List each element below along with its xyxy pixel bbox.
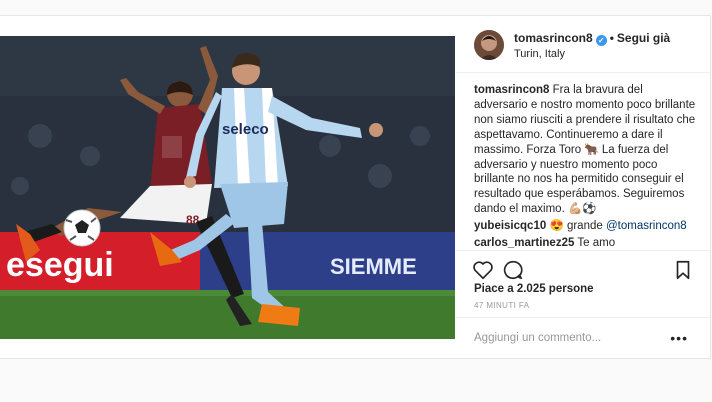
- caption: tomasrincon8 Fra la bravura del adversar…: [474, 83, 696, 217]
- post-header: tomasrincon8 ✓ • Segui già Turin, Italy: [456, 16, 710, 73]
- username-link[interactable]: tomasrincon8: [514, 31, 593, 45]
- post-photo[interactable]: esegui SIEMME 88 seleco: [0, 36, 455, 339]
- more-icon[interactable]: •••: [670, 330, 688, 346]
- comment-text: Te amo: [577, 237, 616, 250]
- page-background-top: [0, 0, 712, 14]
- comment-mention[interactable]: @tomasrincon8: [606, 220, 687, 232]
- comments-section: tomasrincon8 Fra la bravura del adversar…: [474, 83, 696, 253]
- bookmark-icon[interactable]: [672, 259, 694, 281]
- comment-input[interactable]: Aggiungi un commento...: [474, 332, 601, 344]
- caption-username[interactable]: tomasrincon8: [474, 84, 549, 96]
- comment-item: yubeisicqc10 😍 grande @tomasrincon8: [474, 219, 696, 234]
- comment-text: 😍 grande: [549, 220, 606, 233]
- comment-username[interactable]: carlos_martinez25: [474, 237, 574, 249]
- verified-icon: ✓: [595, 35, 607, 46]
- page-background-bottom: [0, 360, 712, 402]
- football: [63, 209, 101, 247]
- football-photo: esegui SIEMME 88 seleco: [0, 36, 455, 339]
- timestamp[interactable]: 47 MINUTI FA: [474, 301, 529, 310]
- post-sidebar: tomasrincon8 ✓ • Segui già Turin, Italy tom…: [456, 16, 710, 358]
- follow-button[interactable]: Segui già: [617, 31, 670, 45]
- comment-item: carlos_martinez25 Te amo: [474, 236, 696, 251]
- comment-username[interactable]: yubeisicqc10: [474, 220, 546, 232]
- heart-icon[interactable]: [472, 259, 494, 281]
- avatar[interactable]: [474, 30, 504, 60]
- separator-dot: •: [609, 31, 614, 45]
- likes-count[interactable]: Piace a 2.025 persone: [474, 283, 594, 295]
- avatar-image: [474, 30, 504, 60]
- header-line: tomasrincon8 ✓ • Segui già: [514, 31, 670, 46]
- jersey-sponsor: seleco: [222, 121, 269, 138]
- comment-icon[interactable]: [502, 259, 524, 281]
- location-link[interactable]: Turin, Italy: [514, 48, 565, 60]
- add-comment-area: Aggiungi un commento... •••: [456, 317, 710, 359]
- banner-left-text: esegui: [6, 246, 114, 284]
- caption-text: Fra la bravura del adversario e nostro m…: [474, 84, 696, 216]
- banner-right-text: SIEMME: [330, 254, 417, 279]
